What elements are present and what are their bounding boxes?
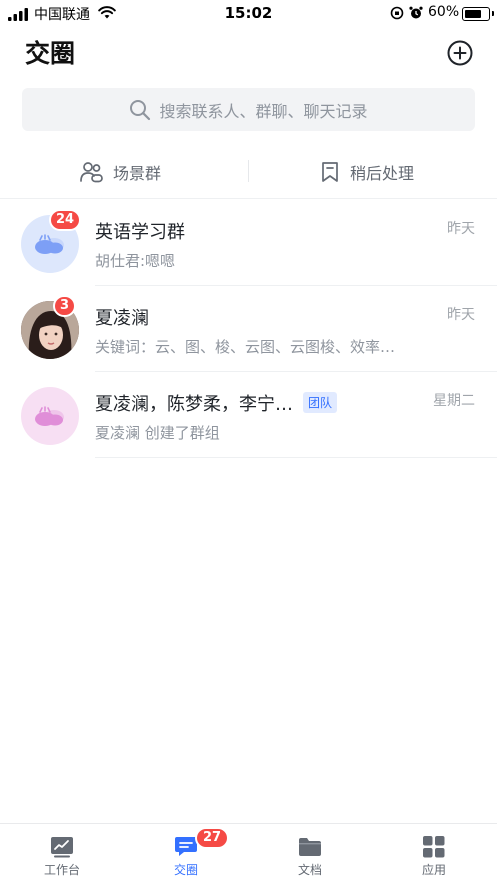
tab-workbench[interactable]: 工作台	[0, 824, 124, 884]
chat-preview: 夏凌澜 创建了群组	[95, 424, 220, 442]
quick-actions-divider	[248, 160, 249, 182]
tab-bar: 工作台 交圈 文档 应用	[0, 823, 497, 884]
tab-label: 应用	[421, 863, 446, 877]
chat-name-line: 夏凌澜，陈梦柔，李宁… 团队	[95, 390, 338, 416]
chat-name: 夏凌澜，陈梦柔，李宁…	[95, 394, 293, 415]
chat-time: 昨天	[447, 221, 475, 237]
search-bar[interactable]: 搜索联系人、群聊、聊天记录	[22, 88, 475, 131]
tab-chat[interactable]: 交圈	[124, 824, 248, 884]
quick-actions: 场景群 稍后处理	[0, 150, 497, 194]
process-later-label: 稍后处理	[350, 164, 415, 183]
chat-row-xia-linglan[interactable]: 3 夏凌澜 关键词：云、图、梭、云图、云图梭、效率… 昨天	[0, 286, 497, 372]
battery-icon	[462, 7, 494, 21]
plus-circle-icon[interactable]	[447, 40, 473, 66]
unread-badge: 3	[53, 295, 77, 317]
row-divider	[95, 457, 497, 458]
scene-group-label: 场景群	[113, 164, 162, 183]
unread-badge: 24	[49, 209, 82, 231]
orientation-lock-icon	[390, 6, 404, 20]
battery-percent: 60%	[428, 4, 460, 20]
group-avatar	[21, 387, 79, 445]
tab-docs[interactable]: 文档	[248, 824, 372, 884]
chat-time: 昨天	[447, 307, 475, 323]
status-bar: 中国联通 15:02 60%	[0, 0, 497, 28]
chat-preview: 胡仕君:嗯嗯	[95, 252, 176, 270]
team-tag: 团队	[303, 392, 338, 413]
chat-name: 英语学习群	[95, 222, 185, 243]
chat-name: 夏凌澜	[95, 308, 149, 329]
divider	[0, 198, 497, 199]
chat-row-team-group[interactable]: 夏凌澜，陈梦柔，李宁… 团队 夏凌澜 创建了群组 星期二	[0, 372, 497, 458]
search-icon	[130, 99, 151, 120]
workbench-icon	[51, 837, 73, 858]
chat-preview: 关键词：云、图、梭、云图、云图梭、效率…	[95, 338, 396, 356]
cloud-group-icon	[35, 406, 64, 426]
scene-group-button[interactable]: 场景群	[79, 150, 161, 194]
process-later-button[interactable]: 稍后处理	[320, 150, 414, 194]
tab-apps[interactable]: 应用	[372, 824, 496, 884]
tab-label: 工作台	[43, 863, 80, 877]
search-placeholder: 搜索联系人、群聊、聊天记录	[159, 101, 368, 121]
folder-icon	[299, 838, 321, 856]
chat-row-english-group[interactable]: 24 英语学习群 胡仕君:嗯嗯 昨天	[0, 200, 497, 286]
group-users-icon	[80, 162, 103, 183]
chat-time: 星期二	[433, 393, 475, 409]
tab-label: 文档	[297, 863, 322, 877]
bookmark-icon	[322, 162, 338, 182]
alarm-icon	[409, 6, 423, 19]
tab-label: 交圈	[173, 863, 198, 877]
apps-grid-icon	[423, 836, 445, 858]
page-title: 交圈	[25, 39, 76, 68]
tab-unread-badge: 27	[195, 827, 230, 849]
